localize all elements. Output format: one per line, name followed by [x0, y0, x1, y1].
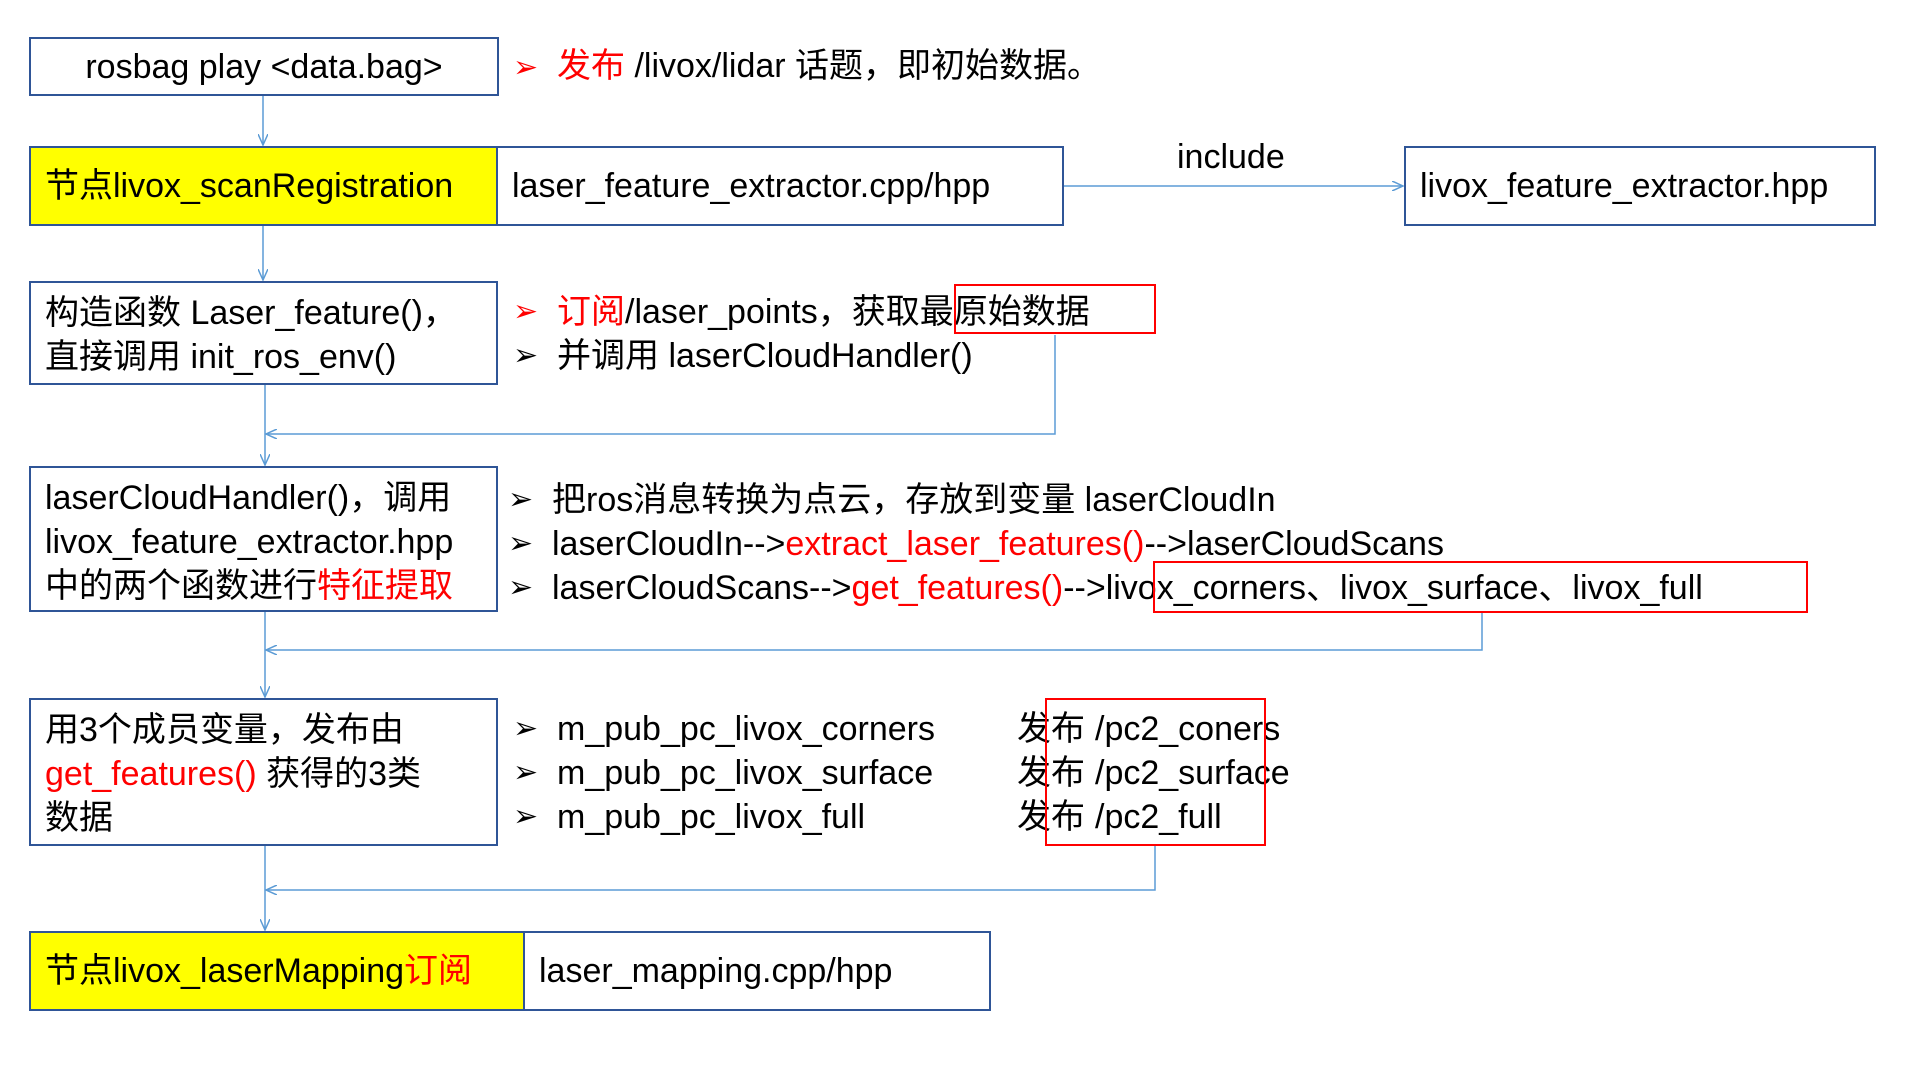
- constructor-box: 构造函数 Laser_feature()， 直接调用 init_ros_env(…: [29, 281, 498, 385]
- extract-output-text: -->laserCloudScans: [1144, 525, 1444, 563]
- flowchart-canvas: rosbag play <data.bag> ➢ 发布 /livox/lidar …: [0, 0, 1920, 1080]
- publisher-topic-text: /pc2_full: [1095, 798, 1222, 836]
- bullet-arrow-icon: ➢: [513, 295, 539, 328]
- bullet-arrow-icon: ➢: [508, 527, 534, 560]
- laser-mapping-subscribe-text: 订阅: [404, 952, 473, 990]
- publisher-member-text: m_pub_pc_livox_full: [557, 798, 866, 836]
- connector-publish-loopback: [266, 845, 1156, 890]
- bullet-arrow-icon: ➢: [508, 483, 534, 516]
- bullet-arrow-icon: ➢: [513, 51, 539, 84]
- bullet-arrow-icon: ➢: [513, 712, 539, 745]
- handler-bullet-get-features: ➢ laserCloudScans--> get_features() --> liv…: [508, 566, 1703, 610]
- laser-mapping-file-box: laser_mapping.cpp/hpp: [523, 931, 991, 1011]
- extract-input-text: laserCloudIn-->: [552, 525, 786, 563]
- laser-mapping-node-box: 节点livox_laserMapping 订阅: [29, 931, 525, 1011]
- laser-cloud-handler-box: laserCloudHandler()，调用 livox_feature_ext…: [29, 466, 498, 612]
- livox-feature-extractor-box: livox_feature_extractor.hpp: [1404, 146, 1876, 226]
- publisher-row: ➢ m_pub_pc_livox_corners 发布/pc2_coners: [513, 707, 1290, 751]
- get-features-input-text: laserCloudScans-->: [552, 569, 852, 607]
- publish-line-2: get_features() 获得的3类: [45, 752, 482, 796]
- handler-bullet-convert: ➢ 把ros消息转换为点云，存放到变量 laserCloudIn: [508, 478, 1703, 522]
- scan-registration-node-box: 节点livox_scanRegistration: [29, 146, 498, 226]
- publisher-member-text: m_pub_pc_livox_corners: [557, 710, 935, 748]
- publish-verb: 发布: [557, 47, 625, 85]
- rosbag-play-box: rosbag play <data.bag>: [29, 37, 499, 96]
- constructor-bullet-call: ➢ 并调用 laserCloudHandler(): [513, 334, 1090, 378]
- feature-extractor-file-label: laser_feature_extractor.cpp/hpp: [512, 167, 991, 205]
- constructor-line-1: 构造函数 Laser_feature()，: [45, 294, 457, 332]
- subscribe-verb: 订阅: [557, 293, 625, 331]
- connector-handler-loopback: [266, 611, 1483, 650]
- publisher-verb-text: 发布: [1017, 798, 1085, 836]
- publisher-row: ➢ m_pub_pc_livox_surface 发布/pc2_surface: [513, 751, 1290, 795]
- laser-mapping-file-label: laser_mapping.cpp/hpp: [539, 952, 893, 990]
- raw-data-highlight-text: 最原始数据: [919, 293, 1090, 331]
- publish-line-3: 数据: [45, 799, 113, 837]
- publisher-topic-text: /pc2_coners: [1095, 710, 1281, 748]
- get-features-arrow-text: -->: [1063, 569, 1106, 607]
- publish-line-1: 用3个成员变量，发布由: [45, 711, 404, 749]
- bullet-arrow-icon: ➢: [513, 339, 539, 372]
- convert-text: 把ros消息转换为点云，存放到变量 laserCloudIn: [552, 481, 1276, 519]
- publish-get-features-text: get_features(): [45, 755, 257, 793]
- get-features-function-text: get_features(): [851, 569, 1064, 607]
- publish-box: 用3个成员变量，发布由 get_features() 获得的3类 数据: [29, 698, 498, 846]
- feature-extraction-text: 特征提取: [317, 567, 453, 605]
- constructor-line-2: 直接调用 init_ros_env(): [45, 338, 397, 376]
- handler-line-2: livox_feature_extractor.hpp: [45, 523, 454, 561]
- publisher-topic-text: /pc2_surface: [1095, 754, 1290, 792]
- publisher-row: ➢ m_pub_pc_livox_full 发布/pc2_full: [513, 795, 1290, 839]
- subscribe-topic-text: /laser_points，获取: [625, 293, 920, 331]
- publish-note-text: /livox/lidar 话题，即初始数据。: [625, 47, 1102, 85]
- feature-extractor-file-box: laser_feature_extractor.cpp/hpp: [496, 146, 1064, 226]
- call-handler-text: 并调用 laserCloudHandler(): [557, 337, 973, 375]
- include-label: include: [1177, 138, 1285, 176]
- handler-line-3: 中的两个函数进行特征提取: [45, 564, 482, 608]
- handler-line-3-plain: 中的两个函数进行: [45, 567, 317, 605]
- laser-mapping-node-label: 节点livox_laserMapping: [45, 952, 405, 990]
- publisher-verb-text: 发布: [1017, 754, 1085, 792]
- bullet-arrow-icon: ➢: [508, 571, 534, 604]
- extract-function-text: extract_laser_features(): [785, 525, 1145, 563]
- handler-line-1: laserCloudHandler()，调用: [45, 479, 452, 517]
- constructor-bullet-subscribe: ➢ 订阅 /laser_points，获取 最原始数据: [513, 290, 1090, 334]
- bullet-arrow-icon: ➢: [513, 800, 539, 833]
- publisher-member-text: m_pub_pc_livox_surface: [557, 754, 934, 792]
- publish-line-2-plain: 获得的3类: [256, 755, 422, 793]
- publisher-bullets: ➢ m_pub_pc_livox_corners 发布/pc2_coners ➢ m_…: [513, 707, 1290, 839]
- scan-registration-node-label: 节点livox_scanRegistration: [45, 167, 454, 205]
- handler-bullets: ➢ 把ros消息转换为点云，存放到变量 laserCloudIn ➢ laserCl…: [508, 478, 1703, 610]
- publisher-verb-text: 发布: [1017, 710, 1085, 748]
- bullet-arrow-icon: ➢: [513, 756, 539, 789]
- feature-outputs-text: livox_corners、livox_surface、livox_full: [1105, 569, 1703, 607]
- rosbag-play-note: ➢ 发布 /livox/lidar 话题，即初始数据。: [513, 44, 1101, 90]
- handler-bullet-extract: ➢ laserCloudIn--> extract_laser_features()…: [508, 522, 1703, 566]
- constructor-bullets: ➢ 订阅 /laser_points，获取 最原始数据 ➢ 并调用 laserClou…: [513, 290, 1090, 378]
- livox-feature-extractor-label: livox_feature_extractor.hpp: [1420, 167, 1829, 205]
- rosbag-play-text: rosbag play <data.bag>: [85, 47, 443, 86]
